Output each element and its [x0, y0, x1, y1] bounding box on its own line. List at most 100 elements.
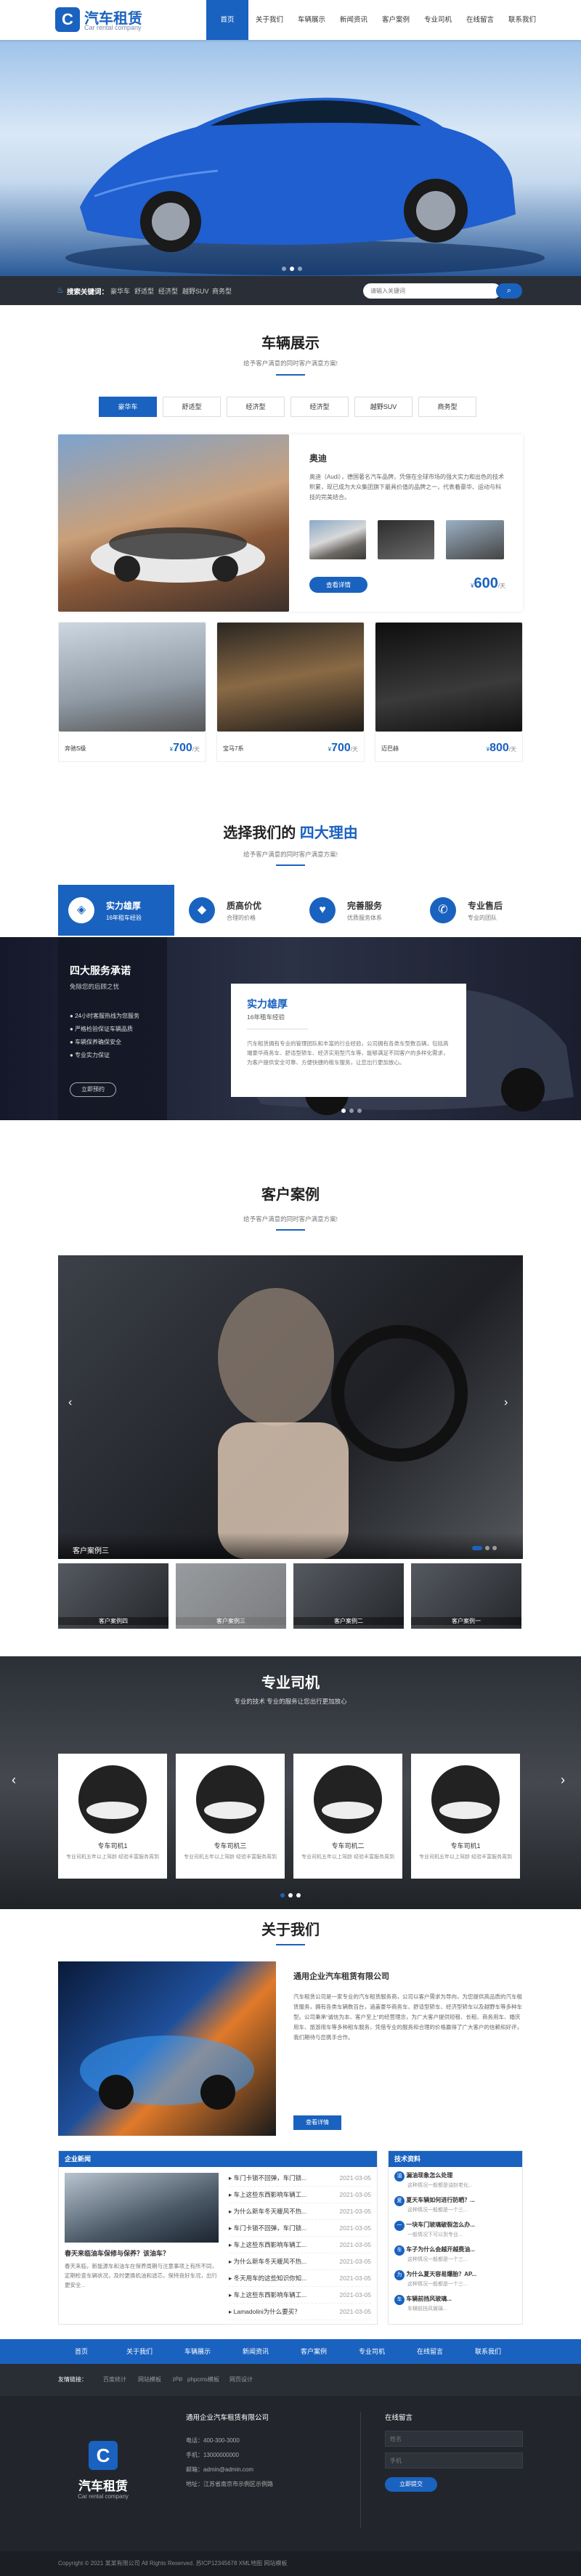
message-phone-input[interactable]	[385, 2453, 523, 2468]
driver-card[interactable]: 专车司机1 专业司机五年以上驾龄 经验丰富服务周到	[58, 1754, 167, 1879]
view-details-button[interactable]: 查看详情	[309, 577, 367, 593]
reason-item-aftersales[interactable]: ✆ 专业售后 专业的团队	[420, 885, 536, 936]
car-thumb[interactable]	[309, 520, 366, 559]
nav-contact[interactable]: 联系我们	[501, 0, 543, 40]
driver-name: 专车司机1	[97, 1842, 128, 1850]
pagination-dot[interactable]	[290, 267, 294, 271]
pagination-dot[interactable]	[357, 1109, 362, 1113]
case-thumb[interactable]: 客户案例四	[58, 1563, 168, 1629]
keyword-link[interactable]: 舒适型	[134, 286, 154, 296]
tab-comfort[interactable]: 舒适型	[163, 397, 221, 417]
news-list-item[interactable]: ▸ 车上这些东西影响车辆工... 2021-03-05	[229, 2287, 371, 2304]
tab-suv[interactable]: 越野SUV	[354, 397, 413, 417]
search-input[interactable]	[363, 283, 501, 299]
footer-nav-link[interactable]: 在线留言	[401, 2339, 459, 2364]
case-thumb[interactable]: 客户案例二	[293, 1563, 404, 1629]
car-thumb[interactable]	[378, 520, 434, 559]
tab-luxury[interactable]: 豪华车	[99, 397, 157, 417]
chevron-right-icon[interactable]: ›	[504, 1396, 508, 1409]
reason-item-price[interactable]: ◆ 质高价优 合理的价格	[179, 885, 295, 936]
tech-item[interactable]: 油 漏油现象怎么处理 这种情况一般都是油封老化...	[394, 2171, 518, 2196]
pagination-dot[interactable]	[349, 1109, 354, 1113]
car-card[interactable]: 奔驰S级 ¥700/天	[58, 622, 206, 762]
footer-nav-link[interactable]: 专业司机	[343, 2339, 401, 2364]
friend-link[interactable]: 百度统计	[103, 2375, 126, 2383]
news-list-item[interactable]: ▸ 为什么新车冬天暖风不热... 2021-03-05	[229, 2253, 371, 2270]
pagination-dot[interactable]	[485, 1546, 489, 1550]
friend-link[interactable]: php	[173, 2375, 182, 2382]
tab-economy-2[interactable]: 经济型	[290, 397, 349, 417]
tech-item[interactable]: 一 一块车门玻璃破裂怎么办... 一般情况下可以到专业...	[394, 2221, 518, 2245]
keyword-link[interactable]: 经济型	[158, 286, 178, 296]
friend-link[interactable]: 网页设计	[229, 2375, 253, 2383]
tech-item[interactable]: 车 车辆前挡风玻璃... 车辆前挡风玻璃...	[394, 2295, 518, 2320]
hero-banner[interactable]	[0, 40, 581, 276]
driver-card[interactable]: 专车司机1 专业司机五年以上驾龄 经验丰富服务周到	[411, 1754, 520, 1879]
nav-news[interactable]: 新闻资讯	[333, 0, 375, 40]
pagination-dot[interactable]	[472, 1546, 482, 1550]
footer-nav-link[interactable]: 关于我们	[110, 2339, 168, 2364]
chevron-left-icon[interactable]: ‹	[12, 1773, 16, 1788]
news-featured-title[interactable]: 春天来临油车保修与保养？该油车？	[65, 2248, 219, 2258]
footer-nav-link[interactable]: 车辆展示	[168, 2339, 227, 2364]
nav-message[interactable]: 在线留言	[459, 0, 501, 40]
search-button[interactable]: ⌕	[496, 283, 522, 299]
nav-home[interactable]: 首页	[206, 0, 248, 40]
car-thumb[interactable]	[446, 520, 504, 559]
nav-vehicles[interactable]: 车辆展示	[290, 0, 333, 40]
message-name-input[interactable]	[385, 2431, 523, 2447]
logo-icon[interactable]: C	[55, 7, 80, 32]
reason-item-service[interactable]: ♥ 完善服务 优质服务体系	[299, 885, 415, 936]
featured-car-card[interactable]: 奥迪 奥迪（Audi），德国著名汽车品牌，凭借在全球市场的强大实力和出色的技术积…	[58, 434, 523, 612]
driver-card[interactable]: 专车司机二 专业司机五年以上驾龄 经验丰富服务周到	[293, 1754, 402, 1879]
pagination-dot[interactable]	[288, 1893, 293, 1897]
news-list-item[interactable]: ▸ Lamadolini为什么要买？ 2021-03-05	[229, 2304, 371, 2320]
pagination-dot[interactable]	[296, 1893, 301, 1897]
footer-nav-link[interactable]: 客户案例	[285, 2339, 343, 2364]
tech-item[interactable]: 车 车子为什么会越开越费油... 这种情况一般都是一个三...	[394, 2245, 518, 2270]
footer-nav-link[interactable]: 新闻资讯	[227, 2339, 285, 2364]
message-submit-button[interactable]: 立即提交	[385, 2477, 437, 2492]
nav-drivers[interactable]: 专业司机	[417, 0, 459, 40]
tab-economy[interactable]: 经济型	[227, 397, 285, 417]
tech-item[interactable]: 为 为什么夏天容易爆胎？AP... 这种情况一般都是一个三...	[394, 2270, 518, 2295]
about-details-button[interactable]: 查看详情	[293, 2115, 341, 2130]
news-list-item[interactable]: ▸ 车门卡锁不回弹，车门锁... 2021-03-05	[229, 2220, 371, 2237]
friend-link[interactable]: phpcms模板	[187, 2375, 219, 2383]
news-list-item[interactable]: ▸ 为什么新车冬天暖风不热... 2021-03-05	[229, 2203, 371, 2220]
keyword-link[interactable]: 豪华车	[110, 286, 130, 296]
car-image[interactable]	[59, 623, 206, 732]
case-main-image[interactable]: ‹ › 客户案例三	[58, 1255, 523, 1559]
featured-car-image[interactable]	[58, 434, 289, 612]
pagination-dot[interactable]	[492, 1546, 497, 1550]
keyword-link[interactable]: 越野SUV	[182, 286, 209, 296]
news-list-item[interactable]: ▸ 冬天用车的这些知识你知... 2021-03-05	[229, 2270, 371, 2287]
tab-business[interactable]: 商务型	[418, 397, 476, 417]
pagination-dot[interactable]	[280, 1893, 285, 1897]
news-list-item[interactable]: ▸ 车上这些东西影响车辆工... 2021-03-05	[229, 2187, 371, 2203]
chevron-right-icon[interactable]: ›	[561, 1773, 565, 1788]
friend-link[interactable]: 网站模板	[138, 2375, 161, 2383]
car-card[interactable]: 迈巴赫 ¥800/天	[375, 622, 523, 762]
tech-item[interactable]: 夏 夏天车辆如何进行防晒？... 这种情况一般都是一个三...	[394, 2196, 518, 2221]
case-thumb[interactable]: 客户案例一	[411, 1563, 521, 1629]
nav-cases[interactable]: 客户案例	[375, 0, 417, 40]
chevron-left-icon[interactable]: ‹	[68, 1396, 90, 1418]
car-image[interactable]	[217, 623, 364, 732]
nav-about[interactable]: 关于我们	[248, 0, 290, 40]
news-list-item[interactable]: ▸ 车上这些东西影响车辆工... 2021-03-05	[229, 2237, 371, 2253]
car-card[interactable]: 宝马7系 ¥700/天	[216, 622, 365, 762]
driver-card[interactable]: 专车司机三 专业司机五年以上驾龄 经验丰富服务周到	[176, 1754, 285, 1879]
pagination-dot[interactable]	[282, 267, 286, 271]
news-list-item[interactable]: ▸ 车门卡锁不回弹，车门锁... 2021-03-05	[229, 2170, 371, 2187]
pagination-dot[interactable]	[341, 1109, 346, 1113]
pagination-dot[interactable]	[298, 267, 302, 271]
footer-nav-link[interactable]: 联系我们	[459, 2339, 517, 2364]
book-now-button[interactable]: 立即预约	[70, 1082, 116, 1097]
car-image[interactable]	[375, 623, 522, 732]
news-featured-image[interactable]	[65, 2173, 219, 2243]
case-thumb[interactable]: 客户案例三	[176, 1563, 286, 1629]
footer-nav-link[interactable]: 首页	[52, 2339, 110, 2364]
reason-item-strength[interactable]: ◈ 实力雄厚 16年租车经验	[58, 885, 174, 936]
keyword-link[interactable]: 商务型	[212, 286, 232, 296]
